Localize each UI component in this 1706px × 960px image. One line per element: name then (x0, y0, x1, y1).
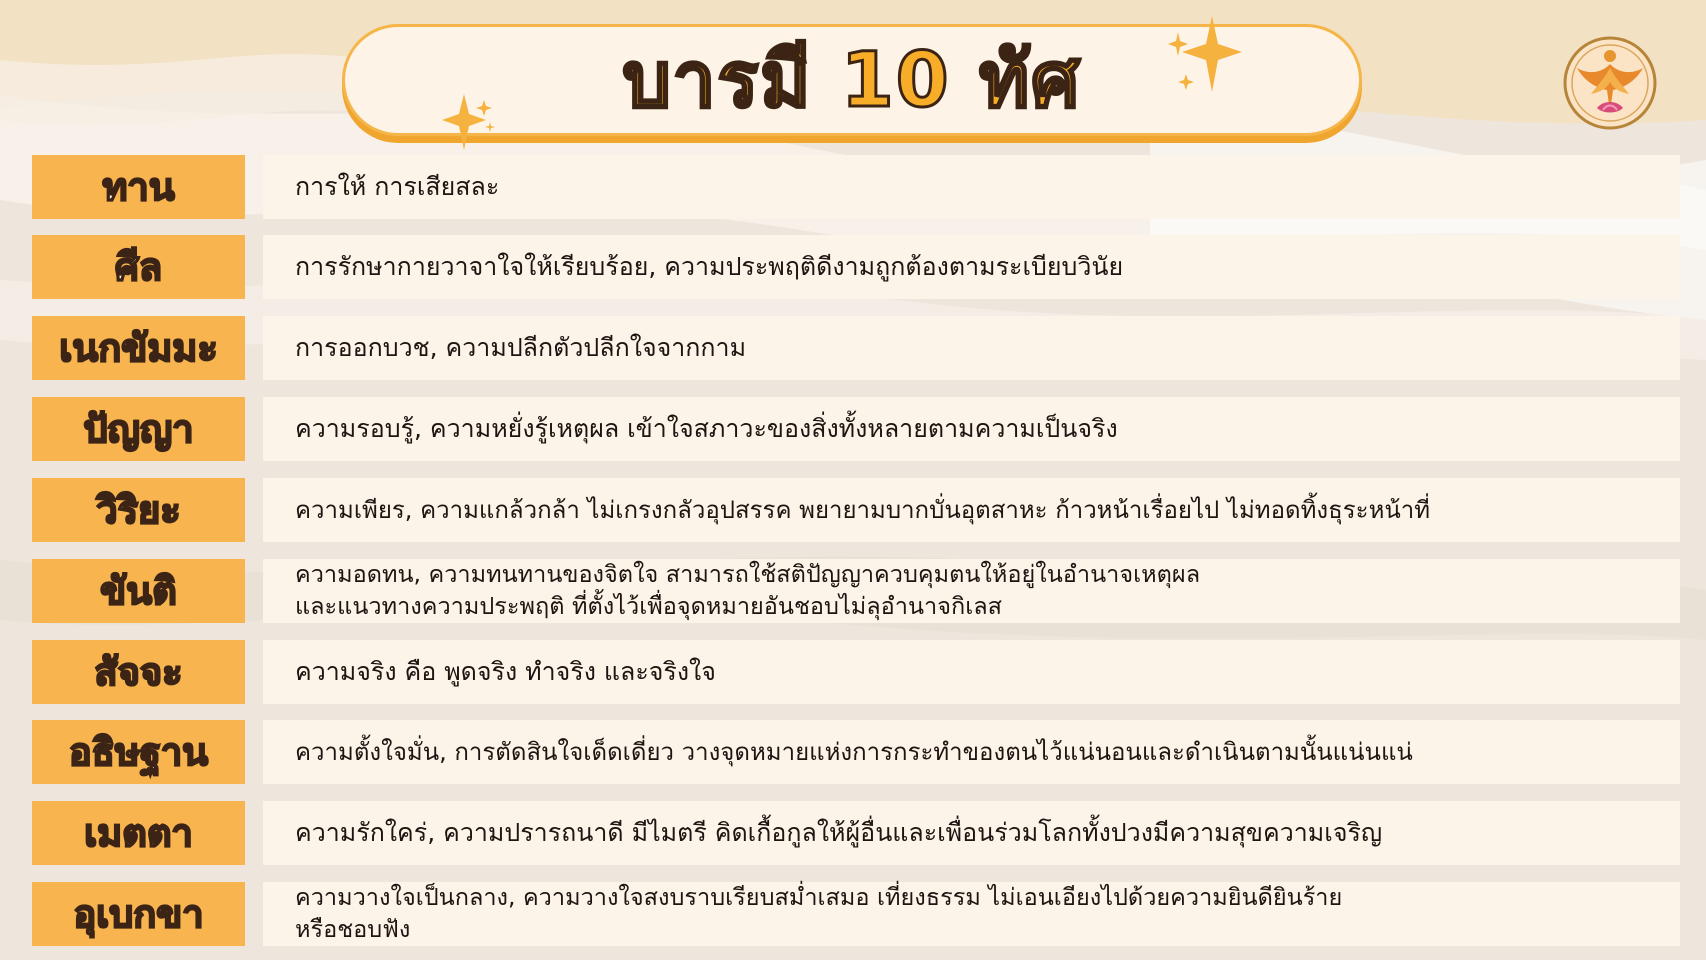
list-item: สัจจะ ความจริง คือ พูดจริง ทำจริง และจริ… (32, 640, 1680, 704)
sparkle-icon (442, 94, 495, 150)
item-description: ความเพียร, ความแกล้วกล้า ไม่เกรงกลัวอุปส… (263, 478, 1680, 542)
garuda-logo-icon (1563, 36, 1657, 130)
list-item: ปัญญา ความรอบรู้, ความหยั่งรู้เหตุผล เข้… (32, 397, 1680, 461)
item-label: เนกขัมมะ (32, 316, 245, 380)
list-item: เมตตา ความรักใคร่, ความปรารถนาดี มีไมตรี… (32, 801, 1680, 865)
item-description: การออกบวช, ความปลีกตัวปลีกใจจากกาม (263, 316, 1680, 380)
sparkle-icon (1168, 16, 1242, 92)
item-description: ความตั้งใจมั่น, การตัดสินใจเด็ดเดี่ยว วา… (263, 720, 1680, 784)
list-item: วิริยะ ความเพียร, ความแกล้วกล้า ไม่เกรงก… (32, 478, 1680, 542)
list-item: ทาน การให้ การเสียสละ (32, 155, 1680, 219)
item-description: ความจริง คือ พูดจริง ทำจริง และจริงใจ (263, 640, 1680, 704)
list-item: เนกขัมมะ การออกบวช, ความปลีกตัวปลีกใจจาก… (32, 316, 1680, 380)
list-item: ศีล การรักษากายวาจาใจให้เรียบร้อย, ความป… (32, 235, 1680, 299)
item-label: อุเบกขา (32, 882, 245, 946)
item-description: การรักษากายวาจาใจให้เรียบร้อย, ความประพฤ… (263, 235, 1680, 299)
item-description: ความรอบรู้, ความหยั่งรู้เหตุผล เข้าใจสภา… (263, 397, 1680, 461)
list-item: ขันติ ความอดทน, ความทนทานของจิตใจ สามารถ… (32, 559, 1680, 623)
list-item: อธิษฐาน ความตั้งใจมั่น, การตัดสินใจเด็ดเ… (32, 720, 1680, 784)
item-description: ความรักใคร่, ความปรารถนาดี มีไมตรี คิดเก… (263, 801, 1680, 865)
item-label: ทาน (32, 155, 245, 219)
list-item: อุเบกขา ความวางใจเป็นกลาง, ความวางใจสงบร… (32, 882, 1680, 946)
item-label: เมตตา (32, 801, 245, 865)
item-label: ปัญญา (32, 397, 245, 461)
item-label: อธิษฐาน (32, 720, 245, 784)
item-description: การให้ การเสียสละ (263, 155, 1680, 219)
item-description: ความอดทน, ความทนทานของจิตใจ สามารถใช้สติ… (263, 559, 1680, 623)
item-label: ขันติ (32, 559, 245, 623)
page-title: บารมี 10 ทัศ (621, 35, 1082, 124)
item-description: ความวางใจเป็นกลาง, ความวางใจสงบราบเรียบส… (263, 882, 1680, 946)
item-label: ศีล (32, 235, 245, 299)
item-label: วิริยะ (32, 478, 245, 542)
item-label: สัจจะ (32, 640, 245, 704)
